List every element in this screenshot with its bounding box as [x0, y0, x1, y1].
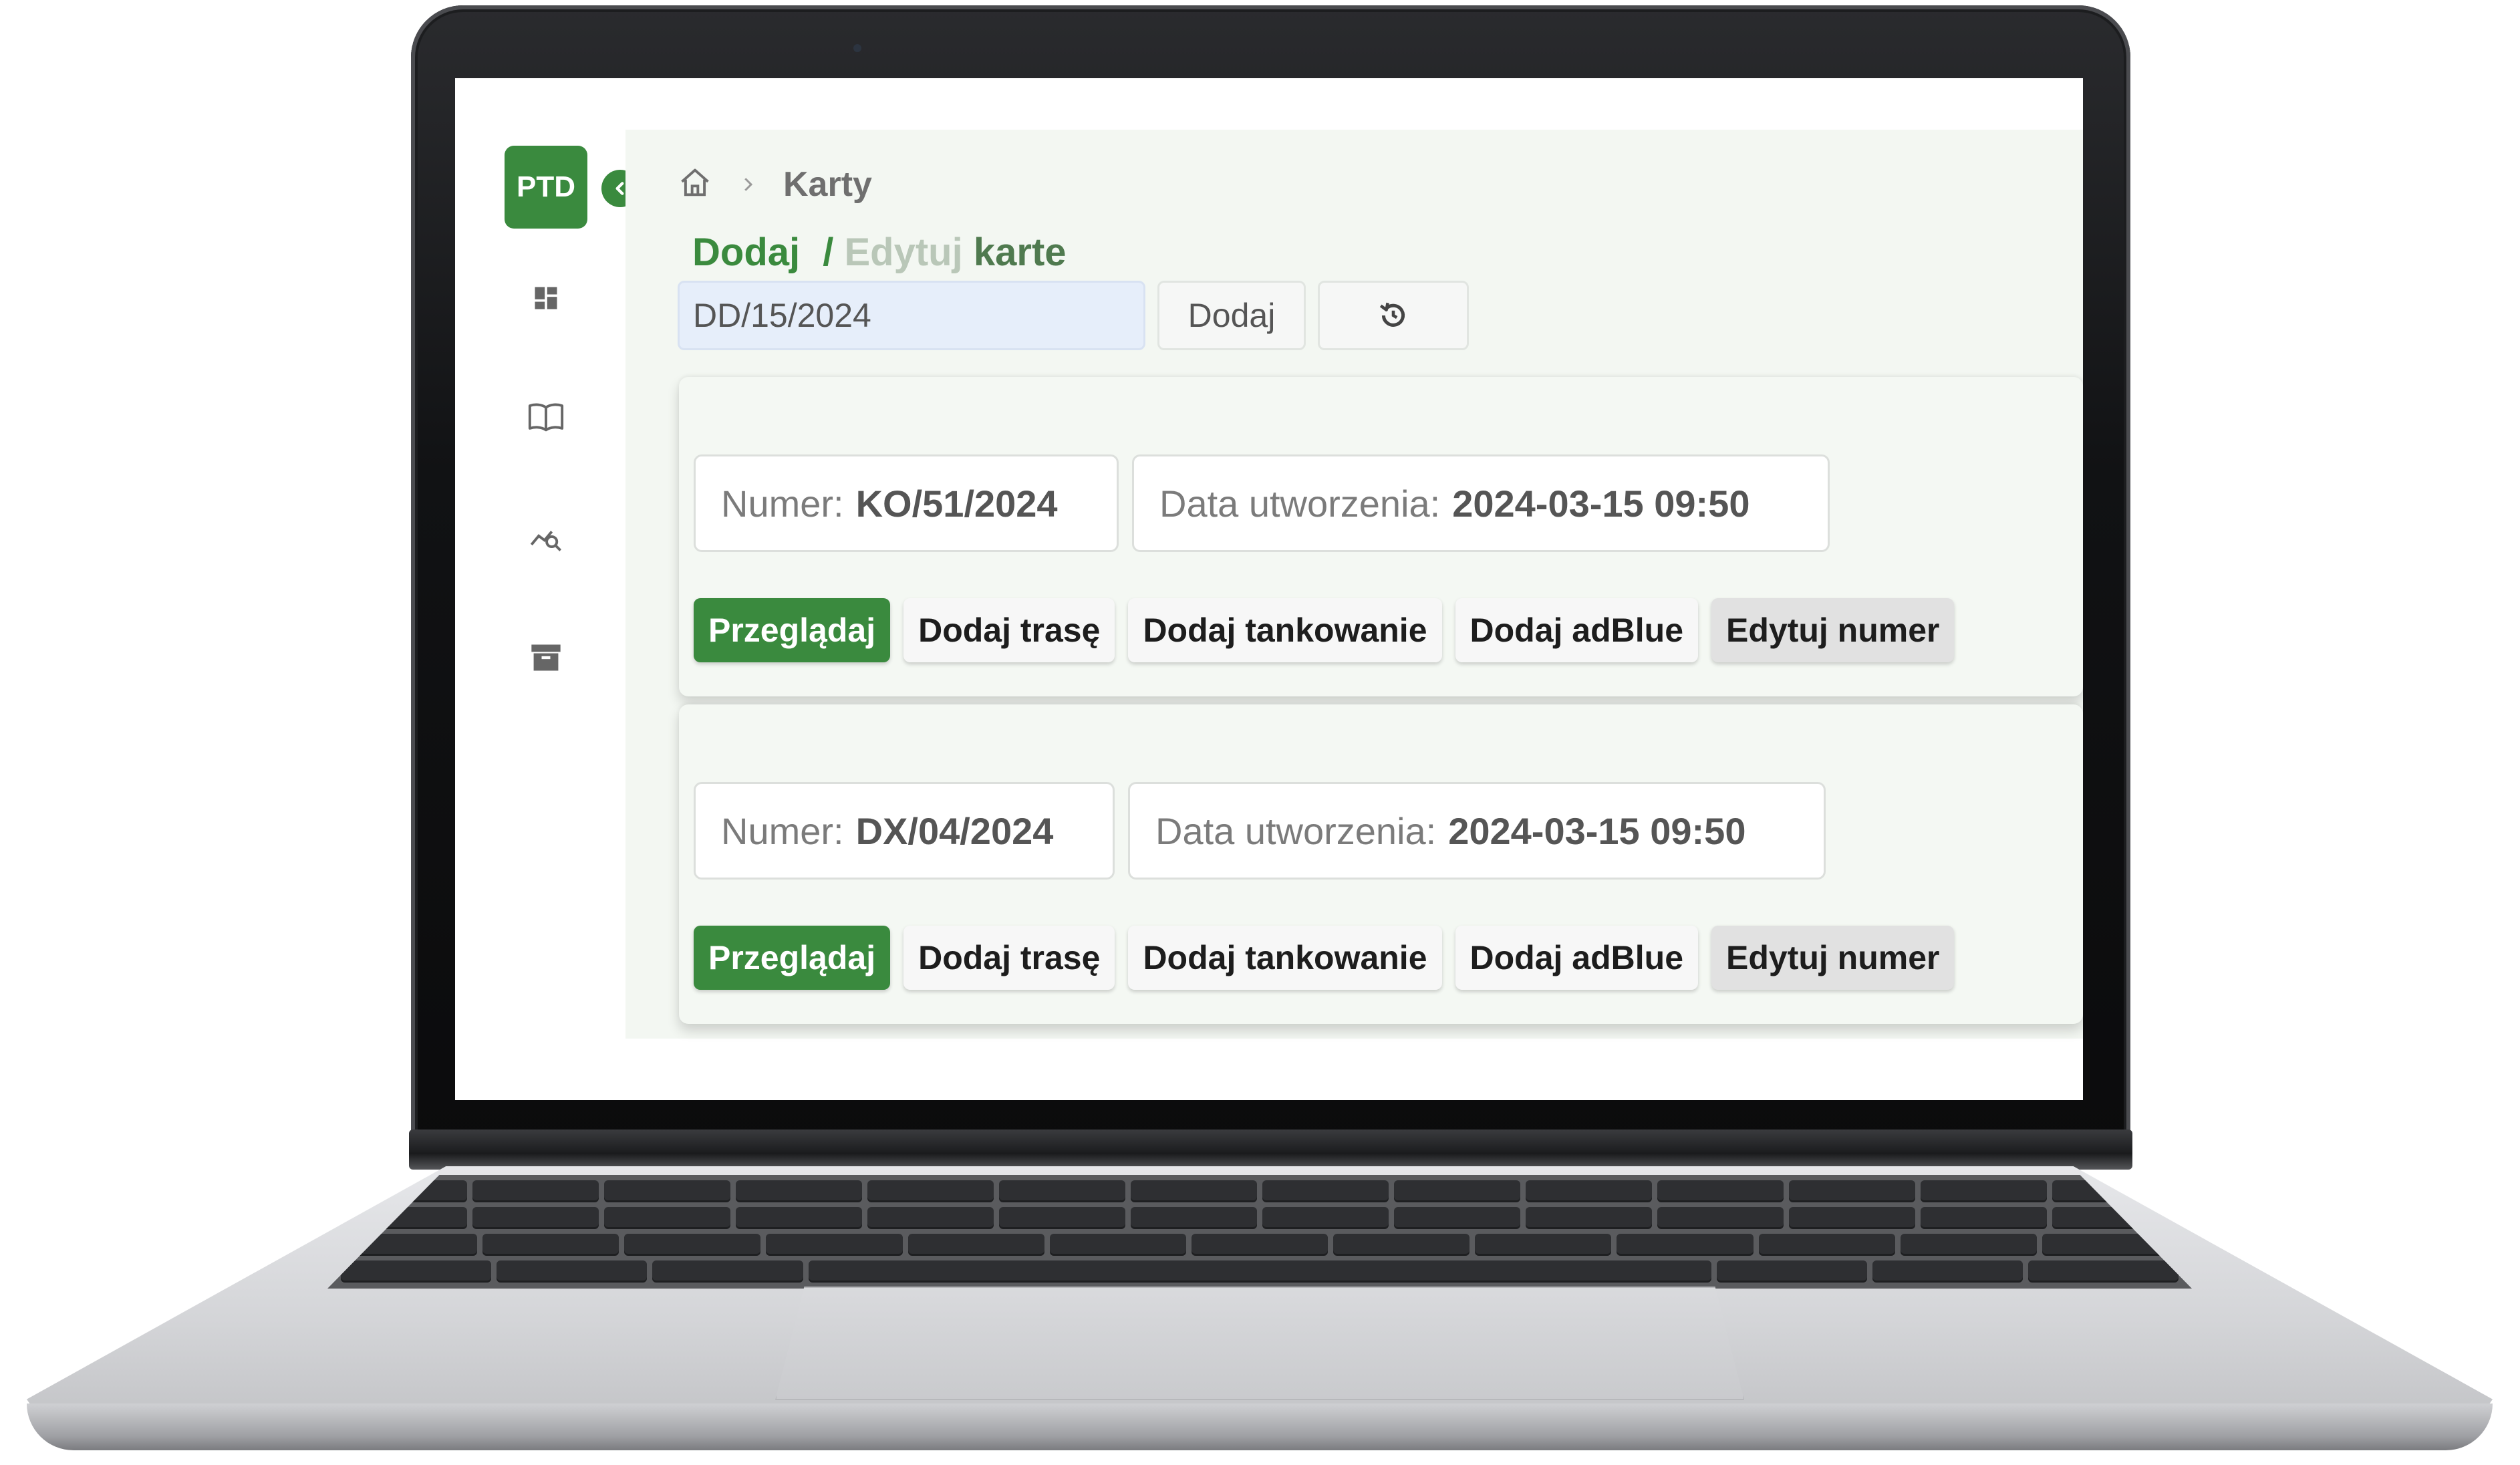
- add-route-button[interactable]: Dodaj trasę: [903, 926, 1115, 990]
- archive-icon: [531, 644, 561, 671]
- add-adblue-button[interactable]: Dodaj adBlue: [1455, 598, 1698, 662]
- add-card-form: Dodaj: [678, 281, 1469, 350]
- card-number-value: KO/51/2024: [855, 482, 1058, 525]
- sidebar-item-book[interactable]: [527, 398, 565, 436]
- laptop-screen: PTD Karty Dodaj / Edytuj karte DD/15/202…: [455, 78, 2083, 1100]
- browse-button[interactable]: Przeglądaj: [694, 926, 891, 990]
- breadcrumb: Karty: [678, 164, 872, 205]
- logo-text: PTD: [517, 170, 575, 203]
- webcam: [853, 44, 861, 52]
- main-content: Karty Dodaj / Edytuj karte Dodaj: [625, 130, 2083, 1039]
- card-created-field: Data utworzenia: 2024-03-15 09:50: [1128, 782, 1826, 880]
- card-number-input[interactable]: [678, 281, 1145, 350]
- page-title: Dodaj / Edytuj karte: [692, 230, 1067, 275]
- title-edit-link[interactable]: Edytuj: [845, 231, 963, 274]
- card-actions: Przeglądaj Dodaj trasę Dodaj tankowanie …: [694, 598, 1955, 662]
- breadcrumb-current: Karty: [783, 165, 872, 204]
- card-number-label: Numer:: [721, 809, 844, 852]
- card-item: Numer: KO/51/2024 Data utworzenia: 2024-03…: [679, 377, 2083, 696]
- card-created-label: Data utworzenia:: [1159, 482, 1441, 525]
- card-number-field: Numer: DX/04/2024: [694, 782, 1115, 880]
- add-card-button-label: Dodaj: [1187, 297, 1276, 334]
- add-adblue-button[interactable]: Dodaj adBlue: [1455, 926, 1698, 990]
- app-logo: PTD: [505, 146, 587, 229]
- add-card-button[interactable]: Dodaj: [1157, 281, 1306, 350]
- dashboard-icon: [535, 287, 557, 309]
- laptop-front-edge: [27, 1404, 2493, 1450]
- title-separator: /: [823, 231, 834, 274]
- breadcrumb-home[interactable]: [678, 166, 712, 204]
- card-item: Numer: DX/04/2024 Data utworzenia: 2024-03…: [679, 704, 2083, 1024]
- card-number-field: Numer: KO/51/2024: [694, 454, 1119, 552]
- home-icon: [681, 168, 709, 196]
- app-window: PTD Karty Dodaj / Edytuj karte DD/15/202…: [455, 78, 2083, 1100]
- card-number-label: Numer:: [721, 482, 844, 525]
- keyboard: [327, 1175, 2192, 1289]
- sidebar-item-archive[interactable]: [527, 638, 565, 677]
- edit-number-button[interactable]: Edytuj numer: [1711, 926, 1955, 990]
- edit-number-button[interactable]: Edytuj numer: [1711, 598, 1955, 662]
- laptop-hinge: [409, 1129, 2132, 1170]
- card-created-field: Data utworzenia: 2024-03-15 09:50: [1132, 454, 1830, 552]
- reset-button[interactable]: [1318, 281, 1469, 350]
- card-actions: Przeglądaj Dodaj trasę Dodaj tankowanie …: [694, 926, 1955, 990]
- chevron-right-icon: [744, 178, 753, 191]
- add-fueling-button[interactable]: Dodaj tankowanie: [1128, 926, 1442, 990]
- add-fueling-button[interactable]: Dodaj tankowanie: [1128, 598, 1442, 662]
- analytics-icon: [530, 531, 562, 551]
- add-route-button[interactable]: Dodaj trasę: [903, 598, 1115, 662]
- book-icon: [528, 403, 564, 432]
- history-icon: [1379, 302, 1405, 327]
- title-noun: karte: [973, 231, 1067, 274]
- browse-button[interactable]: Przeglądaj: [694, 598, 891, 662]
- sidebar-item-analytics[interactable]: [527, 518, 565, 557]
- card-created-value: 2024-03-15 09:50: [1448, 809, 1746, 852]
- card-number-value: DX/04/2024: [855, 809, 1054, 852]
- title-add-link[interactable]: Dodaj: [692, 231, 800, 274]
- trackpad: [775, 1287, 1744, 1400]
- sidebar-item-dashboard[interactable]: [527, 279, 565, 317]
- sidebar: PTD: [455, 78, 639, 1100]
- card-created-value: 2024-03-15 09:50: [1452, 482, 1750, 525]
- card-created-label: Data utworzenia:: [1155, 809, 1437, 852]
